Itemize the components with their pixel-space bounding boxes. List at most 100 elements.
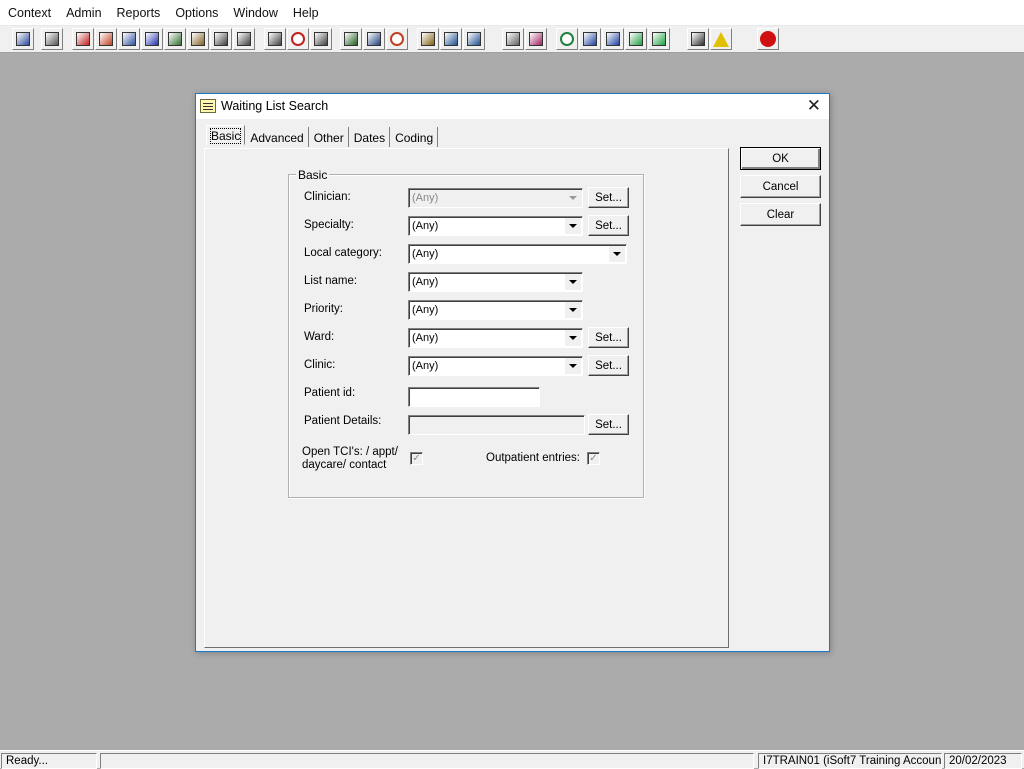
toolbar-button-user-list[interactable] [463, 28, 485, 50]
tab-coding[interactable]: Coding [391, 127, 439, 147]
list-name-label: List name: [304, 275, 358, 287]
toolbar-button-globe[interactable] [556, 28, 578, 50]
clinician-label: Clinician: [304, 191, 351, 203]
clock-icon [291, 32, 305, 46]
waiting-list-icon [200, 99, 216, 113]
toolbar-button-book[interactable] [72, 28, 94, 50]
patient-details-set-button[interactable]: Set... [588, 414, 629, 435]
cancel-button[interactable]: Cancel [740, 175, 821, 198]
chevron-down-icon [565, 330, 581, 346]
menu-reports[interactable]: Reports [117, 6, 161, 20]
tab-basic[interactable]: Basic [206, 125, 246, 145]
toolbar-button-list[interactable] [310, 28, 332, 50]
open-tcis-label-line2: daycare/ contact [302, 459, 387, 471]
patient-details-label: Patient Details: [304, 415, 382, 427]
clinician-icon [16, 32, 30, 46]
outpatient-entries-label: Outpatient entries: [486, 452, 580, 464]
priority-select[interactable]: (Any) [408, 300, 583, 320]
toolbar-button-print[interactable] [41, 28, 63, 50]
bed-icon [444, 32, 458, 46]
tab-other[interactable]: Other [310, 127, 349, 147]
toolbar-button-bed[interactable] [440, 28, 462, 50]
basic-group-title: Basic [296, 168, 330, 182]
outpatient-entries-checkbox[interactable]: ✓ [587, 452, 600, 465]
menu-admin[interactable]: Admin [66, 6, 101, 20]
toolbar-button-warning[interactable] [710, 28, 732, 50]
tab-dates[interactable]: Dates [350, 127, 391, 147]
toolbar-button-gauge[interactable] [386, 28, 408, 50]
status-date: 20/02/2023 [944, 753, 1022, 769]
toolbar-button-flag-alt[interactable] [233, 28, 255, 50]
menu-help[interactable]: Help [293, 6, 319, 20]
flag-icon [214, 32, 228, 46]
close-icon[interactable]: ✕ [807, 96, 821, 116]
ward-set-button[interactable]: Set... [588, 327, 629, 348]
ward-select[interactable]: (Any) [408, 328, 583, 348]
menu-bar: Context Admin Reports Options Window Hel… [0, 0, 1024, 26]
specialty-select[interactable]: (Any) [408, 216, 583, 236]
status-message [100, 753, 754, 769]
menu-options[interactable]: Options [175, 6, 218, 20]
status-user: I7TRAIN01 (iSoft7 Training Account) [758, 753, 942, 769]
toolbar [0, 26, 1024, 53]
chart-icon [344, 32, 358, 46]
list-name-select[interactable]: (Any) [408, 272, 583, 292]
patient-icon [168, 32, 182, 46]
toolbar-button-edit-form[interactable] [95, 28, 117, 50]
waiting-list-icon [421, 32, 435, 46]
toolbar-button-document[interactable] [502, 28, 524, 50]
dialog-titlebar[interactable]: Waiting List Search ✕ [196, 94, 829, 119]
ok-button[interactable]: OK [740, 147, 821, 170]
patient-id-input[interactable] [408, 387, 540, 407]
chevron-down-icon [565, 190, 581, 206]
toolbar-button-clinician[interactable] [12, 28, 34, 50]
open-tcis-checkbox[interactable]: ✓ [410, 452, 423, 465]
tab-strip: Basic Advanced Other Dates Coding [206, 125, 439, 147]
toolbar-button-check-list[interactable] [579, 28, 601, 50]
toolbar-button-bar-chart[interactable] [525, 28, 547, 50]
chevron-down-icon [565, 274, 581, 290]
toolbar-button-refresh[interactable] [648, 28, 670, 50]
toolbar-button-flag[interactable] [210, 28, 232, 50]
m-icon [145, 32, 159, 46]
toolbar-button-clock[interactable] [287, 28, 309, 50]
clear-button[interactable]: Clear [740, 203, 821, 226]
globe-icon [560, 32, 574, 46]
dialog-title: Waiting List Search [221, 99, 329, 113]
swap-icon [691, 32, 705, 46]
clinician-select[interactable]: (Any) [408, 188, 583, 208]
patient-details-field [408, 415, 585, 435]
list-icon [314, 32, 328, 46]
patient-id-label: Patient id: [304, 387, 356, 399]
toolbar-button-chart[interactable] [340, 28, 362, 50]
toolbar-button-search-doc[interactable] [264, 28, 286, 50]
specialty-set-button[interactable]: Set... [588, 215, 629, 236]
clinician-set-button[interactable]: Set... [588, 187, 629, 208]
toolbar-button-exit[interactable] [757, 28, 779, 50]
edit-form-icon [99, 32, 113, 46]
local-category-select[interactable]: (Any) [408, 244, 627, 264]
status-bar: Ready... I7TRAIN01 (iSoft7 Training Acco… [0, 750, 1024, 769]
waiting-list-search-dialog: Waiting List Search ✕ Basic Advanced Oth… [195, 93, 830, 652]
screen-icon [367, 32, 381, 46]
toolbar-button-notes[interactable] [187, 28, 209, 50]
specialty-label: Specialty: [304, 219, 354, 231]
toolbar-button-record[interactable] [118, 28, 140, 50]
tab-advanced[interactable]: Advanced [246, 127, 309, 147]
toolbar-button-patient[interactable] [164, 28, 186, 50]
chevron-down-icon [609, 246, 625, 262]
status-ready: Ready... [1, 753, 97, 769]
print-icon [45, 32, 59, 46]
menu-window[interactable]: Window [233, 6, 277, 20]
menu-context[interactable]: Context [8, 6, 51, 20]
toolbar-button-screen[interactable] [363, 28, 385, 50]
toolbar-button-swap[interactable] [687, 28, 709, 50]
chevron-down-icon [565, 218, 581, 234]
toolbar-button-verify[interactable] [602, 28, 624, 50]
toolbar-button-waiting-list[interactable] [417, 28, 439, 50]
toolbar-button-transfer[interactable] [625, 28, 647, 50]
toolbar-button-m[interactable] [141, 28, 163, 50]
clinic-select[interactable]: (Any) [408, 356, 583, 376]
clinic-set-button[interactable]: Set... [588, 355, 629, 376]
verify-icon [606, 32, 620, 46]
